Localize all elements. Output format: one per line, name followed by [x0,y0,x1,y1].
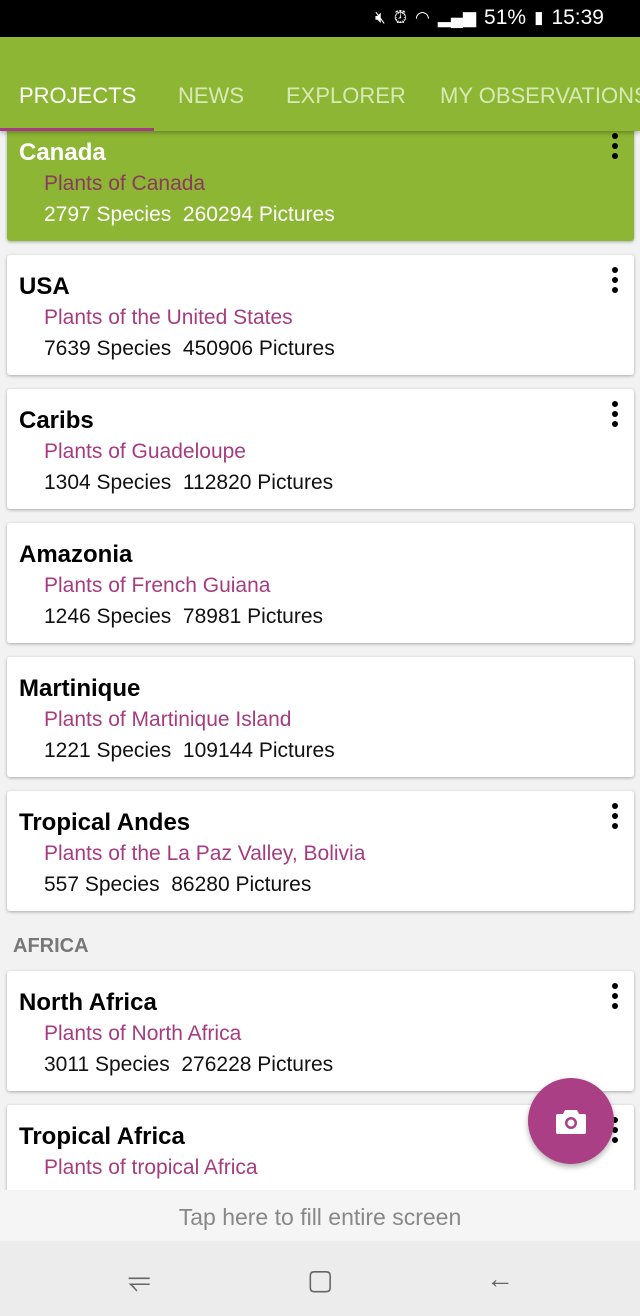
home-icon[interactable]: ▢ [307,1263,333,1296]
project-stats: 7639 Species 450906 Pictures [44,337,335,360]
project-card-martinique[interactable]: Martinique Plants of Martinique Island 1… [7,657,634,777]
project-card-amazonia[interactable]: Amazonia Plants of French Guiana 1246 Sp… [7,523,634,643]
navigation-bar: ⥫ ▢ ← [0,1241,640,1316]
project-subtitle: Plants of tropical Africa [44,1156,258,1179]
project-stats: 557 Species 86280 Pictures [44,873,312,896]
project-title: Amazonia [19,541,133,568]
section-header-africa: AFRICA [13,935,89,957]
battery-level: 51% [484,6,527,29]
project-subtitle: Plants of French Guiana [44,574,271,597]
project-card-usa[interactable]: USA Plants of the United States 7639 Spe… [7,255,634,375]
project-title: Tropical Africa [19,1123,185,1150]
project-title: Tropical Andes [19,809,191,836]
project-card-tropical-andes[interactable]: Tropical Andes Plants of the La Paz Vall… [7,791,634,911]
project-title: USA [19,273,70,300]
more-options-icon[interactable] [612,803,620,829]
wifi-icon: ◠ [415,8,430,27]
project-stats: 3011 Species 276228 Pictures [44,1053,334,1076]
fill-screen-banner[interactable]: Tap here to fill entire screen [0,1190,640,1241]
project-subtitle: Plants of the United States [44,306,293,329]
camera-icon [556,1110,586,1134]
tab-projects[interactable]: PROJECTS [19,83,136,109]
alarm-icon: ⏰︎ [393,8,407,27]
project-stats: 1246 Species 78981 Pictures [44,605,324,628]
project-title: Martinique [19,675,141,702]
project-title: Canada [19,139,106,166]
battery-icon: ▮ [534,8,544,27]
camera-button[interactable] [528,1078,614,1164]
tab-bar: PROJECTS NEWS EXPLORER MY OBSERVATIONS [0,37,640,131]
project-card-canada[interactable]: Canada Plants of Canada 2797 Species 260… [7,131,634,241]
tab-explorer[interactable]: EXPLORER [286,83,406,109]
project-subtitle: Plants of Canada [44,172,206,195]
project-stats: 2797 Species 260294 Pictures [44,203,335,226]
tab-indicator [0,128,154,131]
clock: 15:39 [551,6,604,29]
status-bar: 🔇︎ ⏰︎ ◠ ▂▄▆ 51% ▮ 15:39 [0,0,640,37]
project-stats: 1304 Species 112820 Pictures [44,471,334,494]
tab-news[interactable]: NEWS [178,83,244,109]
project-subtitle: Plants of Guadeloupe [44,440,246,463]
project-subtitle: Plants of North Africa [44,1022,242,1045]
signal-icon: ▂▄▆ [437,8,477,27]
more-options-icon[interactable] [612,983,620,1009]
tab-my-observations[interactable]: MY OBSERVATIONS [440,83,640,109]
recent-apps-icon[interactable]: ⥫ [128,1263,150,1296]
more-options-icon[interactable] [612,401,620,427]
project-card-north-africa[interactable]: North Africa Plants of North Africa 3011… [7,971,634,1091]
project-subtitle: Plants of Martinique Island [44,708,292,731]
project-title: Caribs [19,407,94,434]
more-options-icon[interactable] [612,133,620,159]
more-options-icon[interactable] [612,267,620,293]
project-title: North Africa [19,989,157,1016]
project-card-caribs[interactable]: Caribs Plants of Guadeloupe 1304 Species… [7,389,634,509]
project-stats: 1221 Species 109144 Pictures [44,739,335,762]
back-icon[interactable]: ← [486,1263,514,1295]
project-list[interactable]: Canada Plants of Canada 2797 Species 260… [0,131,640,1190]
project-subtitle: Plants of the La Paz Valley, Bolivia [44,842,366,865]
mute-icon: 🔇︎ [375,8,386,27]
